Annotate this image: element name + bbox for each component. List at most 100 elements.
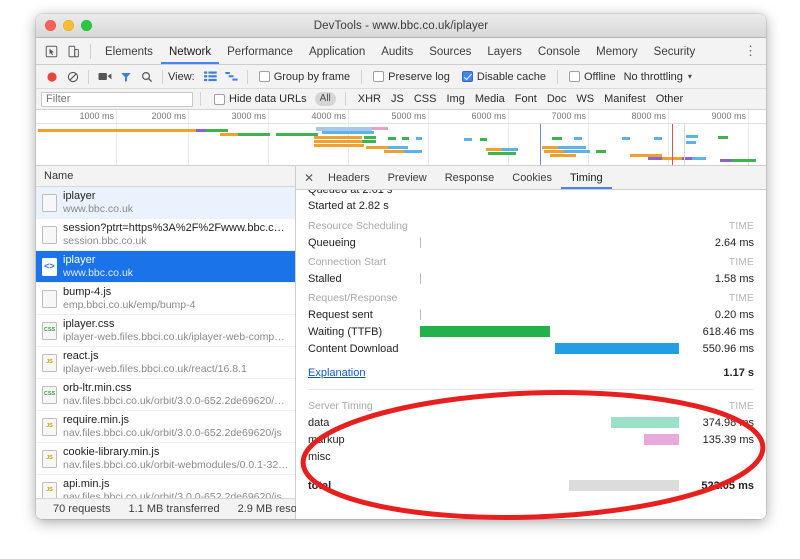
throttling-value: No throttling (623, 70, 683, 83)
table-row[interactable]: CSS iplayer.css iplayer-web.files.bbci.c… (36, 315, 295, 347)
table-row[interactable]: CSS orb-ltr.min.css nav.files.bbci.co.uk… (36, 379, 295, 411)
table-row[interactable]: JS react.js iplayer-web.files.bbci.co.uk… (36, 347, 295, 379)
filter-type-js[interactable]: JS (386, 93, 409, 105)
document-icon (42, 193, 57, 212)
filter-type-xhr[interactable]: XHR (353, 93, 386, 105)
table-row-selected[interactable]: <> iplayer www.bbc.co.uk (36, 251, 295, 283)
checkbox-hide-data-urls[interactable]: Hide data URLs (214, 93, 307, 105)
tab-layers[interactable]: Layers (479, 38, 530, 64)
request-name: bump-4.js (63, 285, 112, 298)
timing-row-track (420, 434, 682, 445)
filter-type-css[interactable]: CSS (409, 93, 442, 105)
overview-bar (654, 137, 662, 140)
devtools-tab-strip: Elements Network Performance Application… (36, 38, 766, 65)
overview-bar (692, 157, 706, 160)
filter-input[interactable] (41, 91, 193, 107)
hide-data-urls-checkbox[interactable] (214, 93, 225, 105)
group-label: Resource Scheduling (308, 220, 408, 232)
capture-screenshots-icon[interactable] (94, 67, 115, 87)
checkbox-offline[interactable]: Offline (568, 71, 616, 83)
timing-row-waiting-ttfb: Waiting (TTFB) 618.46 ms (296, 323, 766, 340)
checkbox-disable-cache[interactable]: Disable cache (461, 71, 546, 83)
filter-type-doc[interactable]: Doc (542, 93, 572, 105)
tab-cookies[interactable]: Cookies (503, 166, 561, 189)
explanation-link-wrap[interactable]: Explanation (308, 367, 420, 379)
checkbox-preserve-log[interactable]: Preserve log (373, 71, 450, 83)
disable-cache-checkbox[interactable] (461, 71, 473, 82)
tab-sources[interactable]: Sources (421, 38, 479, 64)
table-row[interactable]: session?ptrt=https%3A%2F%2Fwww.bbc.co.uk… (36, 219, 295, 251)
document-icon (42, 225, 57, 244)
timing-bar (420, 273, 421, 284)
filter-type-ws[interactable]: WS (571, 93, 599, 105)
overview-bar (558, 146, 586, 149)
timing-row-label: Stalled (308, 272, 342, 285)
tab-headers[interactable]: Headers (319, 166, 379, 189)
inspect-element-icon[interactable] (40, 41, 62, 62)
status-transferred: 1.1 MB transferred (128, 503, 220, 515)
filter-type-img[interactable]: Img (441, 93, 469, 105)
table-row[interactable]: bump-4.js emp.bbci.co.uk/emp/bump-4 (36, 283, 295, 315)
network-overview-timeline[interactable]: 1000 ms 2000 ms 3000 ms 4000 ms 5000 ms … (36, 110, 766, 166)
timing-row-track (420, 309, 682, 320)
more-options-icon[interactable]: ⋮ (735, 43, 766, 59)
preserve-log-checkbox[interactable] (373, 71, 385, 82)
clear-icon[interactable] (62, 67, 83, 87)
filter-type-media[interactable]: Media (470, 93, 510, 105)
list-view-icon[interactable] (200, 67, 221, 87)
search-icon[interactable] (136, 67, 157, 87)
record-icon[interactable] (41, 67, 62, 87)
timing-row-track (420, 343, 682, 354)
filter-icon[interactable] (115, 67, 136, 87)
tab-network[interactable]: Network (161, 38, 219, 64)
tab-preview[interactable]: Preview (379, 166, 436, 189)
overview-bar (314, 140, 366, 143)
overview-bar (622, 137, 630, 140)
table-row[interactable]: JS api.min.js nav.files.bbci.co.uk/orbit… (36, 475, 295, 498)
overview-tick-7000: 7000 ms (551, 110, 589, 165)
tab-response[interactable]: Response (436, 166, 504, 189)
overview-bar (384, 150, 406, 153)
request-list[interactable]: iplayer www.bbc.co.uk session?ptrt=https… (36, 187, 295, 498)
table-row[interactable]: iplayer www.bbc.co.uk (36, 187, 295, 219)
waterfall-view-icon[interactable] (221, 67, 242, 87)
tab-memory[interactable]: Memory (588, 38, 646, 64)
tab-application[interactable]: Application (301, 38, 373, 64)
timing-row-value: 2.64 ms (714, 236, 754, 249)
overview-bar (238, 133, 270, 136)
tab-performance[interactable]: Performance (219, 38, 301, 64)
group-label: Connection Start (308, 256, 387, 268)
throttling-select[interactable]: No throttling ▾ (624, 71, 692, 83)
group-by-frame-checkbox[interactable] (258, 71, 270, 82)
checkbox-group-by-frame[interactable]: Group by frame (258, 70, 351, 83)
column-header-name[interactable]: Name (36, 166, 295, 187)
overview-bar (322, 131, 374, 134)
filter-separator-2 (344, 92, 346, 106)
timing-panel[interactable]: Queued at 2.61 s Started at 2.82 s Resou… (296, 190, 766, 519)
close-icon[interactable]: ✕ (299, 171, 319, 185)
tab-timing[interactable]: Timing (561, 166, 612, 189)
timing-row-label: data (308, 416, 330, 429)
tab-elements[interactable]: Elements (97, 38, 161, 64)
table-row[interactable]: JS require.min.js nav.files.bbci.co.uk/o… (36, 411, 295, 443)
table-row[interactable]: JS cookie-library.min.js nav.files.bbci.… (36, 443, 295, 475)
filter-type-all[interactable]: All (314, 92, 336, 106)
filter-type-manifest[interactable]: Manifest (599, 93, 651, 105)
toolbar-separator-5 (556, 69, 558, 84)
devtools-window: DevTools - www.bbc.co.uk/iplayer Element… (36, 14, 766, 519)
timing-row-label: Waiting (TTFB) (308, 325, 383, 338)
offline-checkbox[interactable] (568, 71, 580, 82)
tab-security[interactable]: Security (646, 38, 704, 64)
filter-type-other[interactable]: Other (651, 93, 689, 105)
overview-bar (416, 137, 422, 140)
explanation-link[interactable]: Explanation (308, 367, 366, 379)
overview-bar (196, 129, 206, 132)
filter-type-font[interactable]: Font (510, 93, 542, 105)
tab-audits[interactable]: Audits (373, 38, 421, 64)
tab-console[interactable]: Console (530, 38, 588, 64)
device-toolbar-icon[interactable] (62, 41, 84, 62)
timing-row-track (420, 480, 682, 491)
toolbar-separator-2 (162, 69, 163, 84)
group-by-frame-label: Group by frame (273, 70, 351, 83)
js-icon: JS (42, 449, 57, 468)
